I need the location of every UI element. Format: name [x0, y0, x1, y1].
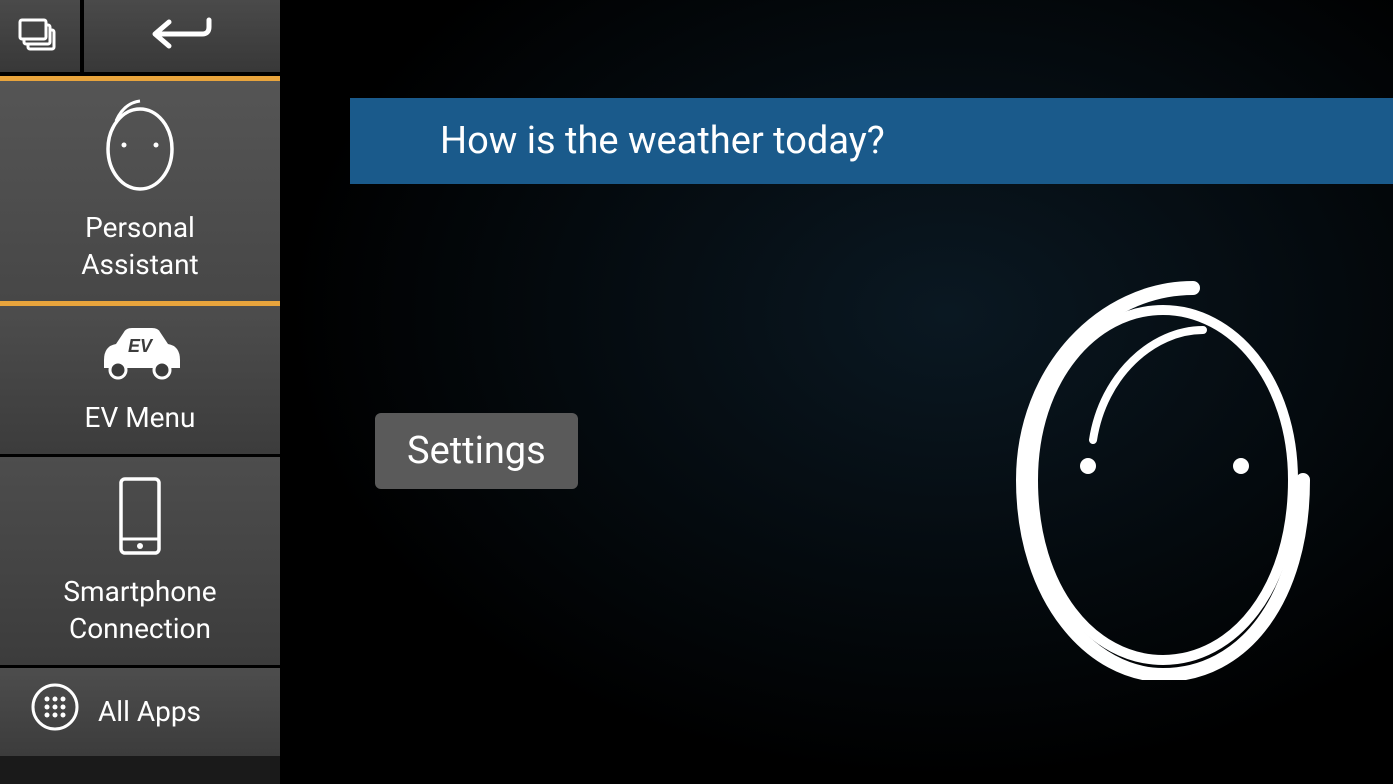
layers-icon [18, 12, 62, 60]
svg-text:EV: EV [128, 336, 154, 356]
back-button[interactable] [84, 0, 280, 72]
settings-button[interactable]: Settings [375, 413, 578, 489]
sidebar: Personal Assistant EV EV Menu [0, 0, 280, 784]
ev-car-icon: EV [92, 324, 188, 391]
sidebar-item-all-apps[interactable]: All Apps [0, 668, 280, 755]
main-content: How is the weather today? Settings [280, 0, 1393, 784]
sidebar-item-label: EV Menu [85, 400, 196, 436]
sidebar-item-label: Smartphone Connection [63, 574, 216, 647]
sidebar-item-label: All Apps [98, 694, 201, 730]
top-buttons-row [0, 0, 280, 76]
assistant-face-visualization [993, 280, 1333, 684]
home-layers-button[interactable] [0, 0, 80, 72]
apps-grid-icon [30, 682, 80, 741]
voice-prompt-bar: How is the weather today? [350, 98, 1393, 184]
back-arrow-icon [147, 14, 217, 58]
sidebar-item-smartphone-connection[interactable]: Smartphone Connection [0, 457, 280, 668]
settings-label: Settings [407, 429, 546, 473]
sidebar-item-label: Personal Assistant [81, 210, 198, 283]
sidebar-item-personal-assistant[interactable]: Personal Assistant [0, 76, 280, 306]
voice-prompt-text: How is the weather today? [440, 119, 885, 163]
smartphone-icon [115, 475, 165, 566]
sidebar-item-ev-menu[interactable]: EV EV Menu [0, 306, 280, 457]
assistant-face-icon [102, 99, 178, 202]
